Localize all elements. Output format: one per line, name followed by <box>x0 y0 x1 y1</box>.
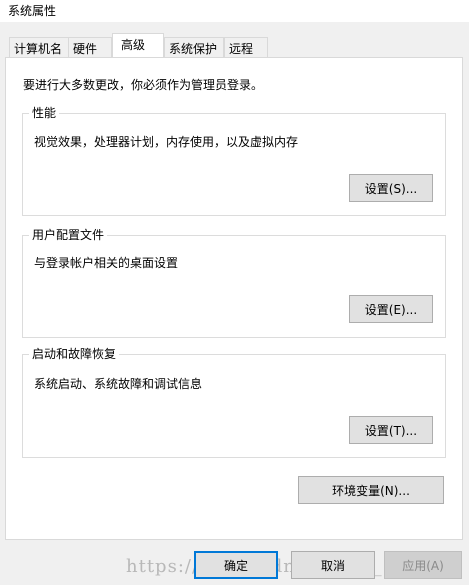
environment-variables-button[interactable]: 环境变量(N)... <box>298 476 444 504</box>
tab-remote[interactable]: 远程 <box>224 37 268 57</box>
user-profiles-settings-button[interactable]: 设置(E)... <box>349 295 433 323</box>
tab-label: 计算机名 <box>14 42 63 56</box>
startup-recovery-desc: 系统启动、系统故障和调试信息 <box>34 377 203 391</box>
startup-recovery-group-title: 启动和故障恢复 <box>29 347 120 361</box>
performance-group-title: 性能 <box>29 106 60 120</box>
title-bar: 系统属性 <box>0 0 469 22</box>
startup-recovery-settings-button[interactable]: 设置(T)... <box>349 416 433 444</box>
tab-advanced[interactable]: 高级 <box>112 33 164 57</box>
tab-hardware[interactable]: 硬件 <box>68 37 112 57</box>
ok-button[interactable]: 确定 <box>194 551 278 579</box>
tab-label: 远程 <box>229 42 254 56</box>
performance-desc: 视觉效果，处理器计划，内存使用，以及虚拟内存 <box>34 135 299 149</box>
tab-computer-name[interactable]: 计算机名 <box>9 37 69 57</box>
window-title: 系统属性 <box>8 4 57 18</box>
tab-label: 高级 <box>121 38 146 52</box>
user-profiles-group-title: 用户配置文件 <box>29 228 108 242</box>
admin-notice: 要进行大多数更改，你必须作为管理员登录。 <box>23 78 264 92</box>
tab-label: 系统保护 <box>169 42 218 56</box>
apply-button[interactable]: 应用(A) <box>384 551 462 579</box>
cancel-button[interactable]: 取消 <box>291 551 375 579</box>
performance-settings-button[interactable]: 设置(S)... <box>349 174 433 202</box>
user-profiles-desc: 与登录帐户相关的桌面设置 <box>34 256 179 270</box>
tab-system-protection[interactable]: 系统保护 <box>164 37 224 57</box>
tab-label: 硬件 <box>73 42 98 56</box>
